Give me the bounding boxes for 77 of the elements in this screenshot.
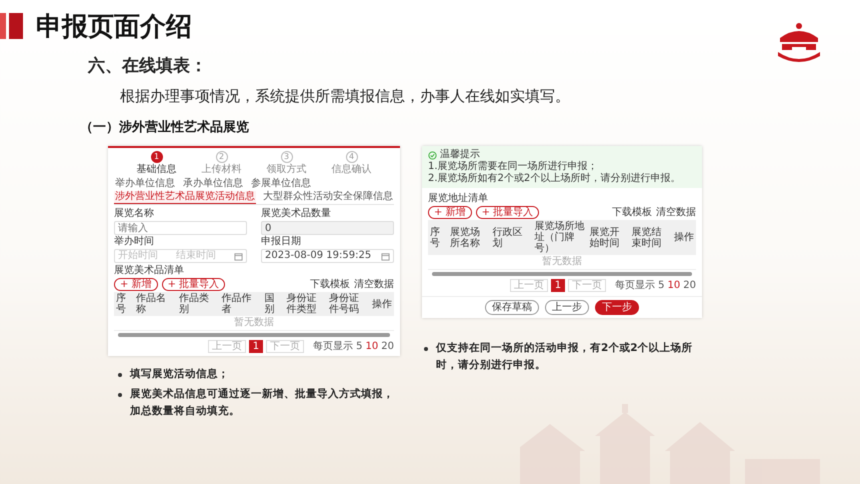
list-title: 展览地址清单 — [428, 193, 489, 205]
column-header: 作品类别 — [178, 292, 210, 316]
subsection-heading: （一）涉外营业性艺术品展览 — [80, 119, 250, 136]
calendar-icon — [381, 252, 390, 260]
toolbar-link[interactable]: 清空数据 — [656, 206, 696, 218]
section-heading: 六、在线填表： — [88, 55, 208, 77]
bullet-icon — [118, 373, 122, 377]
page-size-option[interactable]: 10 — [366, 340, 378, 352]
add-button[interactable]: + 新增 — [428, 206, 472, 219]
toolbar-link[interactable]: 下载模板 — [310, 278, 350, 290]
add-button[interactable]: + 新增 — [114, 278, 158, 291]
column-header: 展览场所地址（门牌号） — [534, 220, 586, 255]
form-button[interactable]: 保存草稿 — [485, 300, 539, 315]
step-number: 1 — [150, 151, 162, 163]
notice-text: 2.展览场所如有2个或2个以上场所时，请分别进行申报。 — [428, 173, 682, 185]
bullet-note: 展览美术品信息可通过逐一新增、批量导入方式填报，加总数量将自动填充。 — [118, 386, 400, 420]
calendar-icon — [234, 252, 243, 260]
field-label: 展览名称 — [114, 208, 155, 220]
list-title: 展览美术品清单 — [114, 265, 185, 277]
page-size-option[interactable]: 20 — [381, 340, 394, 352]
notice-text: 1.展览场所需要在同一场所进行申报； — [428, 161, 599, 172]
step-number: 4 — [346, 151, 358, 163]
bullet-note: 仅支持在同一场所的活动申报，有2个或2个以上场所时，请分别进行申报。 — [424, 340, 702, 374]
bullet-icon — [118, 393, 122, 397]
page-button[interactable]: 1 — [248, 340, 264, 353]
toolbar-link[interactable]: 清空数据 — [354, 278, 394, 290]
empty-table-text: 暂无数据 — [114, 316, 394, 331]
date-field[interactable]: 2023-08-09 19:59:25 — [261, 249, 394, 263]
step-label: 上传材料 — [202, 164, 242, 176]
column-header: 作品作者 — [220, 292, 253, 316]
column-header: 国别 — [263, 292, 276, 316]
step-label: 领取方式 — [266, 164, 306, 176]
step-label: 信息确认 — [332, 164, 372, 176]
tab[interactable]: 参展单位信息 — [250, 178, 312, 191]
column-header: 身份证件类型 — [285, 292, 318, 316]
page-size-label: 每页显示 — [615, 280, 656, 292]
page-size-option[interactable]: 20 — [683, 280, 696, 292]
step-number: 2 — [216, 151, 228, 163]
page-size-label: 每页显示 — [313, 340, 354, 352]
form-button[interactable]: 上一步 — [545, 300, 589, 315]
input-field[interactable]: 请输入 — [114, 221, 247, 235]
next-button[interactable]: 下一步 — [595, 300, 639, 315]
page-size-option[interactable]: 10 — [668, 280, 680, 292]
column-header: 展览场所名称 — [449, 226, 481, 250]
column-header: 操作 — [370, 298, 393, 310]
page-button[interactable]: 1 — [550, 279, 566, 292]
page-size-option[interactable]: 5 — [356, 340, 363, 352]
intro-text: 根据办理事项情况，系统提供所需填报信息，办事人在线如实填写。 — [120, 87, 571, 106]
bullet-note: 填写展览活动信息； — [118, 366, 400, 383]
field-label: 申报日期 — [261, 236, 302, 248]
column-header: 展览开始时间 — [588, 226, 620, 250]
column-header: 序号 — [115, 292, 127, 316]
title-accent-bar — [0, 13, 24, 39]
column-header: 展览结束时间 — [630, 226, 663, 250]
column-header: 作品名称 — [135, 292, 167, 316]
bullet-icon — [424, 347, 428, 351]
emblem-logo — [776, 22, 822, 62]
tab[interactable]: 承办单位信息 — [182, 178, 244, 191]
notice-title: 温馨提示 — [440, 149, 480, 160]
column-header: 身份证件号码 — [328, 292, 360, 316]
tab[interactable]: 涉外营业性艺术品展览活动信息 — [114, 191, 256, 204]
step-label: 基础信息 — [136, 164, 176, 176]
check-circle-icon — [428, 150, 437, 160]
tab[interactable]: 举办单位信息 — [114, 178, 176, 191]
column-header: 行政区划 — [491, 226, 524, 250]
tab[interactable]: 大型群众性活动安全保障信息 — [262, 191, 394, 204]
step-number: 3 — [280, 151, 292, 163]
column-header: 操作 — [672, 231, 695, 244]
field-label: 举办时间 — [114, 236, 155, 248]
add-button[interactable]: + 批量导入 — [162, 278, 226, 291]
toolbar-link[interactable]: 下载模板 — [612, 206, 652, 218]
page-size-option[interactable]: 5 — [658, 280, 665, 292]
slide-title: 申报页面介绍 — [36, 10, 192, 44]
add-button[interactable]: + 批量导入 — [476, 206, 540, 219]
field-label: 展览美术品数量 — [261, 208, 332, 220]
empty-table-text: 暂无数据 — [428, 255, 696, 270]
column-header: 序号 — [429, 226, 441, 250]
